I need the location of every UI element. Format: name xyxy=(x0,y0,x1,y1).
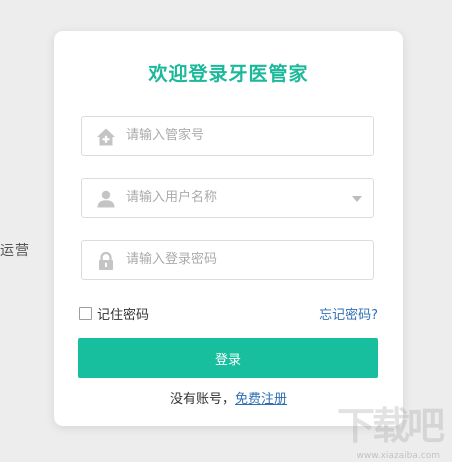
user-icon xyxy=(96,189,116,209)
username-field[interactable] xyxy=(81,178,374,218)
watermark-logo: 下载吧 xyxy=(336,404,445,448)
background-side-text: 运营 xyxy=(0,243,30,259)
username-input[interactable] xyxy=(126,179,346,217)
password-field[interactable] xyxy=(81,240,374,280)
login-title: 欢迎登录牙医管家 xyxy=(148,63,309,85)
register-link[interactable]: 免费注册 xyxy=(235,392,287,407)
chevron-down-icon[interactable] xyxy=(352,196,362,202)
forgot-password-link[interactable]: 忘记密码? xyxy=(319,304,378,323)
remember-password-label: 记住密码 xyxy=(97,308,150,323)
remember-password-checkbox[interactable]: 记住密码 xyxy=(79,304,149,323)
checkbox-box[interactable] xyxy=(79,307,92,320)
register-prompt-text: 没有账号， xyxy=(169,392,235,407)
login-button[interactable]: 登录 xyxy=(78,338,378,378)
home-icon xyxy=(96,127,116,147)
watermark-url: www.xiazaiba.com xyxy=(356,451,440,461)
login-card: 欢迎登录牙医管家 请输入管家号 请输入用户名称 记住密码 忘记密码? 登录 没有… xyxy=(54,31,403,426)
manager-id-input[interactable] xyxy=(126,117,346,155)
lock-icon xyxy=(96,251,116,271)
password-input[interactable] xyxy=(126,241,346,279)
manager-id-field[interactable] xyxy=(81,116,374,156)
